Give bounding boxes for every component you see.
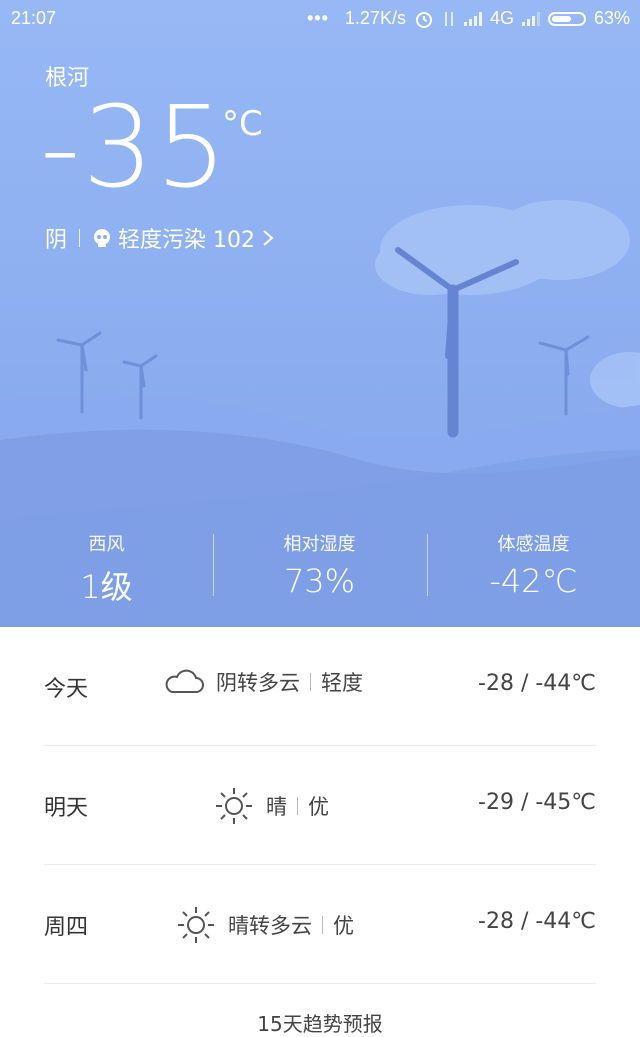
weather-stats: 西风 1级 相对湿度 73% 体感温度 -42℃: [0, 530, 640, 610]
forecast-air: 优: [308, 795, 329, 819]
status-bar: 21:07 ••• 1.27K/s 4G 63%: [0, 0, 640, 38]
network-type: 4G: [489, 8, 514, 28]
forecast-range: -29 / -45℃: [478, 790, 596, 815]
aqi-button[interactable]: 轻度污染 102: [92, 222, 275, 254]
forecast-range: -28 / -44℃: [478, 909, 596, 934]
stat-label: 相对湿度: [283, 534, 356, 555]
sun-icon: [178, 907, 214, 943]
skull-icon: [94, 229, 111, 247]
alarm-icon: [415, 11, 432, 28]
forecast-condition: 晴转多云 优: [176, 905, 354, 945]
status-dots: •••: [307, 8, 329, 28]
sun-icon: [216, 788, 252, 824]
cloud-icon: [165, 669, 204, 693]
divider: [310, 673, 311, 691]
stat-value: 73%: [283, 562, 356, 600]
forecast-day: 周四: [44, 915, 89, 940]
stat-label: 西风: [88, 534, 125, 555]
condition-text: 阴: [45, 228, 68, 253]
chevron-right-icon: [263, 230, 274, 246]
forecast-desc: 晴: [266, 795, 287, 819]
data-arrows-icon: [444, 11, 453, 26]
forecast-desc: 晴转多云: [228, 914, 312, 938]
weather-hero: 21:07 ••• 1.27K/s 4G 63% 根河 -35 °C 阴 轻度污…: [0, 0, 640, 627]
forecast-day: 今天: [44, 677, 89, 702]
divider: [79, 229, 81, 247]
forecast-row[interactable]: 周四 晴转多云 优 -28 / -44℃: [44, 865, 596, 984]
forecast-list: 今天 阴转多云 轻度 -28 / -44℃ 明天 晴 优 -29 / -45℃ …: [0, 627, 640, 984]
aqi-text: 轻度污染 102: [118, 228, 256, 253]
forecast-air: 轻度: [321, 671, 363, 695]
forecast-day: 明天: [44, 796, 89, 821]
battery-level: 63%: [593, 8, 630, 28]
forecast-condition: 阴转多云 轻度: [164, 667, 363, 697]
fifteen-day-forecast-link[interactable]: 15天趋势预报: [0, 1008, 640, 1037]
divider: [322, 916, 323, 934]
forecast-condition: 晴 优: [214, 786, 329, 826]
condition-line: 阴 轻度污染 102: [45, 222, 275, 254]
stat-value: -42℃: [489, 562, 578, 600]
feels-like-stat: 体感温度 -42℃: [427, 530, 640, 600]
current-temperature: -35: [40, 83, 229, 213]
signal-icon: [463, 11, 482, 26]
forecast-range: -28 / -44℃: [478, 671, 596, 696]
forecast-desc: 阴转多云: [216, 671, 300, 695]
status-time: 21:07: [11, 8, 57, 28]
temperature-unit: °C: [222, 104, 263, 144]
signal-icon: [521, 11, 540, 26]
humidity-stat: 相对湿度 73%: [213, 530, 426, 600]
stat-value: 1级: [80, 568, 133, 606]
battery-icon: [547, 11, 586, 26]
forecast-row[interactable]: 明天 晴 优 -29 / -45℃: [44, 746, 596, 865]
divider: [297, 797, 298, 815]
forecast-row[interactable]: 今天 阴转多云 轻度 -28 / -44℃: [44, 627, 596, 746]
wind-stat: 西风 1级: [0, 530, 213, 608]
net-speed: 1.27K/s: [344, 8, 406, 28]
forecast-air: 优: [333, 914, 354, 938]
stat-label: 体感温度: [497, 534, 570, 555]
